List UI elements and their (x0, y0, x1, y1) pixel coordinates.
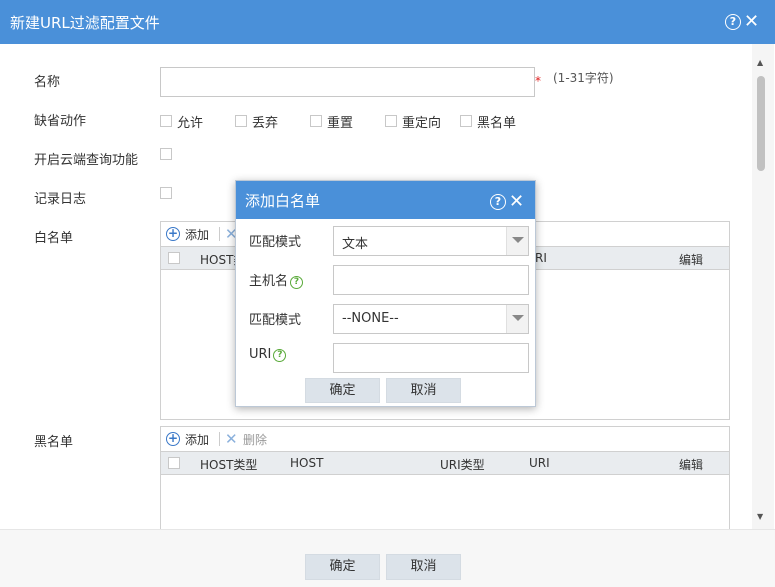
col-host-type: HOST类型 (200, 458, 258, 472)
col-host: HOST (290, 456, 324, 470)
blacklist-action-checkbox[interactable] (460, 115, 472, 127)
redirect-label: 重定向 (402, 116, 442, 131)
blacklist-delete-button[interactable]: 删除 (243, 431, 267, 448)
modal-titlebar: 添加白名单 ? ✕ (236, 181, 535, 219)
chevron-down-icon (512, 315, 524, 321)
help-icon[interactable]: ? (290, 276, 304, 289)
drop-label: 丢弃 (252, 116, 279, 131)
modal-close-icon[interactable]: ✕ (509, 193, 524, 211)
blacklist-action-label: 黑名单 (477, 116, 517, 131)
blacklist-header: HOST类型 HOST URI类型 URI 编辑 (161, 451, 729, 475)
dialog-title: 新建URL过滤配置文件 (10, 14, 160, 32)
blacklist-grid: + 添加 ✕ 删除 HOST类型 HOST URI类型 URI 编辑 (160, 426, 730, 529)
add-icon[interactable]: + (166, 227, 180, 241)
chevron-down-icon (512, 237, 524, 243)
uri-match-label: 匹配模式 (249, 313, 302, 328)
col-edit: 编辑 (679, 458, 704, 472)
help-icon[interactable]: ? (273, 349, 287, 362)
toolbar-separator (219, 432, 220, 446)
add-whitelist-modal: 添加白名单 ? ✕ 匹配模式 文本 主机名? 匹配模式 --NONE-- URI… (235, 180, 536, 407)
whitelist-select-all-checkbox[interactable] (168, 252, 180, 264)
whitelist-add-button[interactable]: 添加 (185, 226, 209, 243)
hostname-input[interactable] (333, 265, 529, 295)
uri-match-select[interactable]: --NONE-- (333, 304, 529, 334)
scroll-down-icon[interactable]: ▼ (757, 512, 763, 521)
default-action-label: 缺省动作 (34, 114, 87, 129)
cancel-button[interactable]: 取消 (386, 554, 461, 580)
allow-label: 允许 (177, 116, 204, 131)
uri-label: URI (249, 347, 272, 362)
add-icon[interactable]: + (166, 432, 180, 446)
reset-label: 重置 (327, 116, 354, 131)
modal-title: 添加白名单 (245, 192, 321, 210)
allow-checkbox[interactable] (160, 115, 172, 127)
dropdown-arrow-box (506, 227, 528, 255)
dialog-footer: 确定 取消 (0, 529, 775, 587)
dropdown-arrow-box (506, 305, 528, 333)
log-checkbox[interactable] (160, 187, 172, 199)
toolbar-separator (219, 227, 220, 241)
name-label: 名称 (34, 75, 61, 90)
required-mark: * (535, 74, 541, 88)
cloud-query-label: 开启云端查询功能 (34, 153, 139, 168)
blacklist-label: 黑名单 (34, 435, 74, 450)
redirect-checkbox[interactable] (385, 115, 397, 127)
blacklist-toolbar: + 添加 ✕ 删除 (161, 427, 729, 451)
name-hint: (1-31字符) (553, 71, 614, 85)
hostname-label-wrap: 主机名? (249, 270, 304, 289)
close-icon[interactable]: ✕ (744, 13, 759, 31)
modal-cancel-button[interactable]: 取消 (386, 378, 461, 403)
modal-ok-button[interactable]: 确定 (305, 378, 380, 403)
host-match-select[interactable]: 文本 (333, 226, 529, 256)
host-match-value: 文本 (342, 237, 369, 252)
col-uri: RI (535, 251, 547, 265)
scroll-thumb[interactable] (757, 76, 765, 171)
col-uri-type: URI类型 (440, 458, 485, 472)
help-icon[interactable]: ? (725, 14, 741, 30)
col-uri: URI (529, 456, 550, 470)
reset-checkbox[interactable] (310, 115, 322, 127)
host-match-label: 匹配模式 (249, 235, 302, 250)
uri-match-value: --NONE-- (342, 311, 399, 326)
name-input[interactable] (160, 67, 535, 97)
ok-button[interactable]: 确定 (305, 554, 380, 580)
log-label: 记录日志 (34, 192, 87, 207)
vertical-scrollbar[interactable]: ▲ ▼ (752, 44, 774, 529)
whitelist-label: 白名单 (34, 231, 74, 246)
scroll-up-icon[interactable]: ▲ (757, 58, 763, 67)
uri-input[interactable] (333, 343, 529, 373)
delete-icon[interactable]: ✕ (225, 430, 238, 448)
modal-help-icon[interactable]: ? (490, 194, 506, 210)
hostname-label: 主机名 (249, 274, 289, 289)
blacklist-add-button[interactable]: 添加 (185, 431, 209, 448)
dialog-titlebar: 新建URL过滤配置文件 ? ✕ (0, 0, 775, 44)
col-edit: 编辑 (679, 253, 704, 267)
uri-label-wrap: URI? (249, 347, 287, 362)
cloud-query-checkbox[interactable] (160, 148, 172, 160)
blacklist-select-all-checkbox[interactable] (168, 457, 180, 469)
drop-checkbox[interactable] (235, 115, 247, 127)
